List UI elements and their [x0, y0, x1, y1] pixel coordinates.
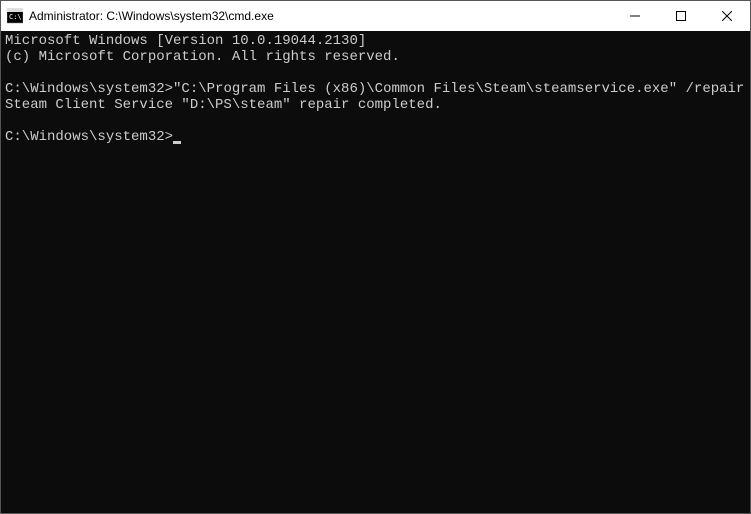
close-button[interactable]: [704, 1, 750, 31]
terminal-output[interactable]: Microsoft Windows [Version 10.0.19044.21…: [1, 31, 750, 513]
command-text: "C:\Program Files (x86)\Common Files\Ste…: [173, 81, 744, 97]
window-controls: [612, 1, 750, 31]
maximize-button[interactable]: [658, 1, 704, 31]
header-line: Microsoft Windows [Version 10.0.19044.21…: [5, 33, 366, 49]
header-line: (c) Microsoft Corporation. All rights re…: [5, 49, 400, 65]
prompt: C:\Windows\system32>: [5, 129, 173, 145]
cursor: [173, 141, 181, 144]
prompt: C:\Windows\system32>: [5, 81, 173, 97]
minimize-button[interactable]: [612, 1, 658, 31]
cmd-window: C:\ Administrator: C:\Windows\system32\c…: [0, 0, 751, 514]
cmd-icon: C:\: [7, 8, 23, 24]
titlebar[interactable]: C:\ Administrator: C:\Windows\system32\c…: [1, 1, 750, 31]
window-title: Administrator: C:\Windows\system32\cmd.e…: [29, 9, 612, 23]
svg-text:C:\: C:\: [9, 13, 22, 21]
output-line: Steam Client Service "D:\PS\steam" repai…: [5, 97, 442, 113]
